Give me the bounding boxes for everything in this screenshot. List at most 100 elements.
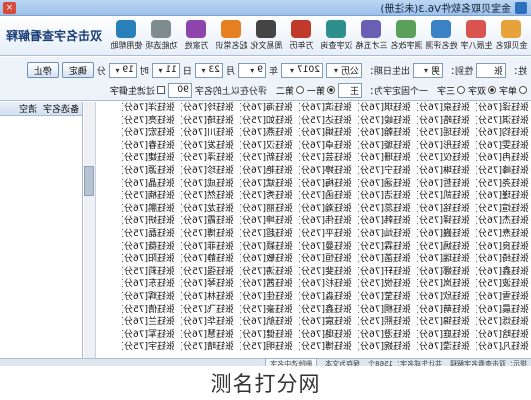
name-item[interactable]: 张钰艳[76分]	[240, 165, 293, 178]
name-item[interactable]: 张钰铭[76分]	[417, 203, 470, 216]
name-item[interactable]: 张钰明[75分]	[240, 341, 293, 354]
name-item[interactable]: 张钰东[76分]	[122, 278, 175, 291]
name-item[interactable]: 张钰波[75分]	[476, 278, 529, 291]
name-item[interactable]: 张钰楠[75分]	[122, 190, 175, 203]
name-item[interactable]: 张钰蕊[75分]	[358, 203, 411, 216]
toolbar-button-5[interactable]: 汉字查询	[319, 17, 354, 55]
name-item[interactable]: 张钰斐[75分]	[299, 266, 352, 279]
name-item[interactable]: 张钰淇[75分]	[476, 115, 529, 128]
name-item[interactable]: 张钰冉[76分]	[476, 152, 529, 165]
name-item[interactable]: 张钰霖[75分]	[358, 241, 411, 254]
name-item[interactable]: 张钰瑶[75分]	[417, 127, 470, 140]
name-item[interactable]: 张钰嫣[75分]	[417, 241, 470, 254]
name-item[interactable]: 张钰熙[75分]	[358, 316, 411, 329]
radio-double[interactable]: 双字	[468, 84, 496, 97]
stop-button[interactable]: 停止	[26, 62, 59, 78]
minute-select[interactable]: 19	[108, 62, 137, 78]
toolbar-button-11[interactable]: 使用帮助	[109, 17, 144, 55]
name-item[interactable]: 张钰译[76分]	[476, 102, 529, 115]
name-item[interactable]: 张钰阳[76分]	[122, 253, 175, 266]
name-item[interactable]: 张钰涵[76分]	[358, 178, 411, 191]
year-select[interactable]: 2017	[280, 62, 323, 78]
name-item[interactable]: 张钰煊[75分]	[476, 203, 529, 216]
name-item[interactable]: 张钰晶[76分]	[122, 178, 175, 191]
name-item[interactable]: 张钰涛[75分]	[240, 266, 293, 279]
name-item[interactable]: 张钰颖[76分]	[240, 241, 293, 254]
toolbar-button-0[interactable]: 金贝取名	[494, 17, 529, 55]
name-item[interactable]: 张钰淼[76分]	[299, 291, 352, 304]
name-item[interactable]: 张钰佳[76分]	[240, 291, 293, 304]
name-item[interactable]: 张钰平[75分]	[299, 228, 352, 241]
name-item[interactable]: 张钰宸[76分]	[299, 316, 352, 329]
name-item[interactable]: 张钰凯[75分]	[417, 190, 470, 203]
name-item[interactable]: 张钰晗[76分]	[476, 329, 529, 342]
toolbar-button-3[interactable]: 测字改名	[389, 17, 424, 55]
name-item[interactable]: 张钰博[75分]	[299, 341, 352, 354]
name-item[interactable]: 张钰凡[76分]	[476, 341, 529, 354]
name-item[interactable]: 张钰林[76分]	[181, 291, 234, 304]
name-item[interactable]: 张钰韩[76分]	[358, 215, 411, 228]
name-item[interactable]: 张钰豪[75分]	[240, 304, 293, 317]
name-item[interactable]: 张钰琪[76分]	[358, 102, 411, 115]
favorites-clear[interactable]: 清空	[19, 102, 37, 115]
name-item[interactable]: 张钰菲[76分]	[181, 241, 234, 254]
name-item[interactable]: 张钰燕[76分]	[240, 127, 293, 140]
name-item[interactable]: 张钰滨[76分]	[299, 102, 352, 115]
name-item[interactable]: 张钰丽[76分]	[240, 203, 293, 216]
close-button[interactable]: ×	[3, 2, 16, 14]
toolbar-button-4[interactable]: 三才五格	[354, 17, 389, 55]
name-item[interactable]: 张钰婉[76分]	[358, 341, 411, 354]
name-item[interactable]: 张钰瀚[76分]	[299, 203, 352, 216]
name-item[interactable]: 张钰钧[76分]	[476, 127, 529, 140]
name-item[interactable]: 张钰如[75分]	[240, 115, 293, 128]
name-item[interactable]: 张钰璇[76分]	[358, 140, 411, 153]
name-item[interactable]: 张钰泉[76分]	[417, 102, 470, 115]
toolbar-button-10[interactable]: 功能选项	[144, 17, 179, 55]
name-item[interactable]: 张钰烁[75分]	[476, 316, 529, 329]
name-item[interactable]: 张钰坤[76分]	[240, 215, 293, 228]
name-item[interactable]: 张钰鹏[76分]	[122, 203, 175, 216]
name-item[interactable]: 张钰敏[76分]	[240, 253, 293, 266]
name-item[interactable]: 张钰婷[76分]	[299, 165, 352, 178]
name-item[interactable]: 张钰菡[76分]	[358, 253, 411, 266]
name-item[interactable]: 张钰晨[76分]	[476, 304, 529, 317]
name-item[interactable]: 张钰杉[76分]	[299, 278, 352, 291]
name-item[interactable]: 张钰霞[76分]	[181, 215, 234, 228]
name-item[interactable]: 张钰海[76分]	[240, 102, 293, 115]
name-item[interactable]: 张钰华[76分]	[181, 316, 234, 329]
name-item[interactable]: 张钰铎[75分]	[417, 215, 470, 228]
name-item[interactable]: 张钰磊[75分]	[122, 228, 175, 241]
toolbar-button-7[interactable]: 周易文化	[249, 17, 284, 55]
name-item[interactable]: 张钰芸[75分]	[299, 152, 352, 165]
name-item[interactable]: 张钰鑫[75分]	[299, 304, 352, 317]
calendar-select[interactable]: 公历	[325, 62, 362, 78]
name-item[interactable]: 张钰然[75分]	[181, 190, 234, 203]
name-item[interactable]: 张钰哲[76分]	[417, 178, 470, 191]
name-item[interactable]: 张钰莹[76分]	[358, 291, 411, 304]
score-input[interactable]: 90	[167, 82, 192, 98]
name-item[interactable]: 张钰静[76分]	[181, 253, 234, 266]
name-item[interactable]: 张钰茜[76分]	[240, 278, 293, 291]
name-item[interactable]: 张钰滢[76分]	[417, 341, 470, 354]
surname-input[interactable]: 张	[475, 62, 506, 78]
name-item[interactable]: 张钰妍[76分]	[122, 215, 175, 228]
name-item[interactable]: 张钰欣[76分]	[417, 291, 470, 304]
month-select[interactable]: 9	[237, 62, 266, 78]
name-item[interactable]: 张钰珍[76分]	[181, 165, 234, 178]
name-item[interactable]: 张钰珊[76分]	[358, 152, 411, 165]
position-second[interactable]: 第二	[276, 84, 304, 97]
name-item[interactable]: 张钰尧[75分]	[476, 178, 529, 191]
name-item[interactable]: 张钰恒[76分]	[299, 253, 352, 266]
position-first[interactable]: 第一	[307, 84, 335, 97]
name-item[interactable]: 张钰莉[75分]	[122, 266, 175, 279]
name-item[interactable]: 张钰川[76分]	[181, 127, 234, 140]
name-item[interactable]: 张钰卓[76分]	[299, 140, 352, 153]
name-item[interactable]: 张钰瑞[76分]	[417, 253, 470, 266]
name-item[interactable]: 张钰薇[76分]	[122, 241, 175, 254]
name-item[interactable]: 张钰鑫[76分]	[476, 266, 529, 279]
name-item[interactable]: 张钰飞[75分]	[181, 304, 234, 317]
vertical-scrollbar[interactable]	[84, 102, 96, 358]
name-item[interactable]: 张钰巍[76分]	[417, 228, 470, 241]
name-item[interactable]: 张钰庭[76分]	[417, 329, 470, 342]
name-item[interactable]: 张钰超[75分]	[240, 228, 293, 241]
